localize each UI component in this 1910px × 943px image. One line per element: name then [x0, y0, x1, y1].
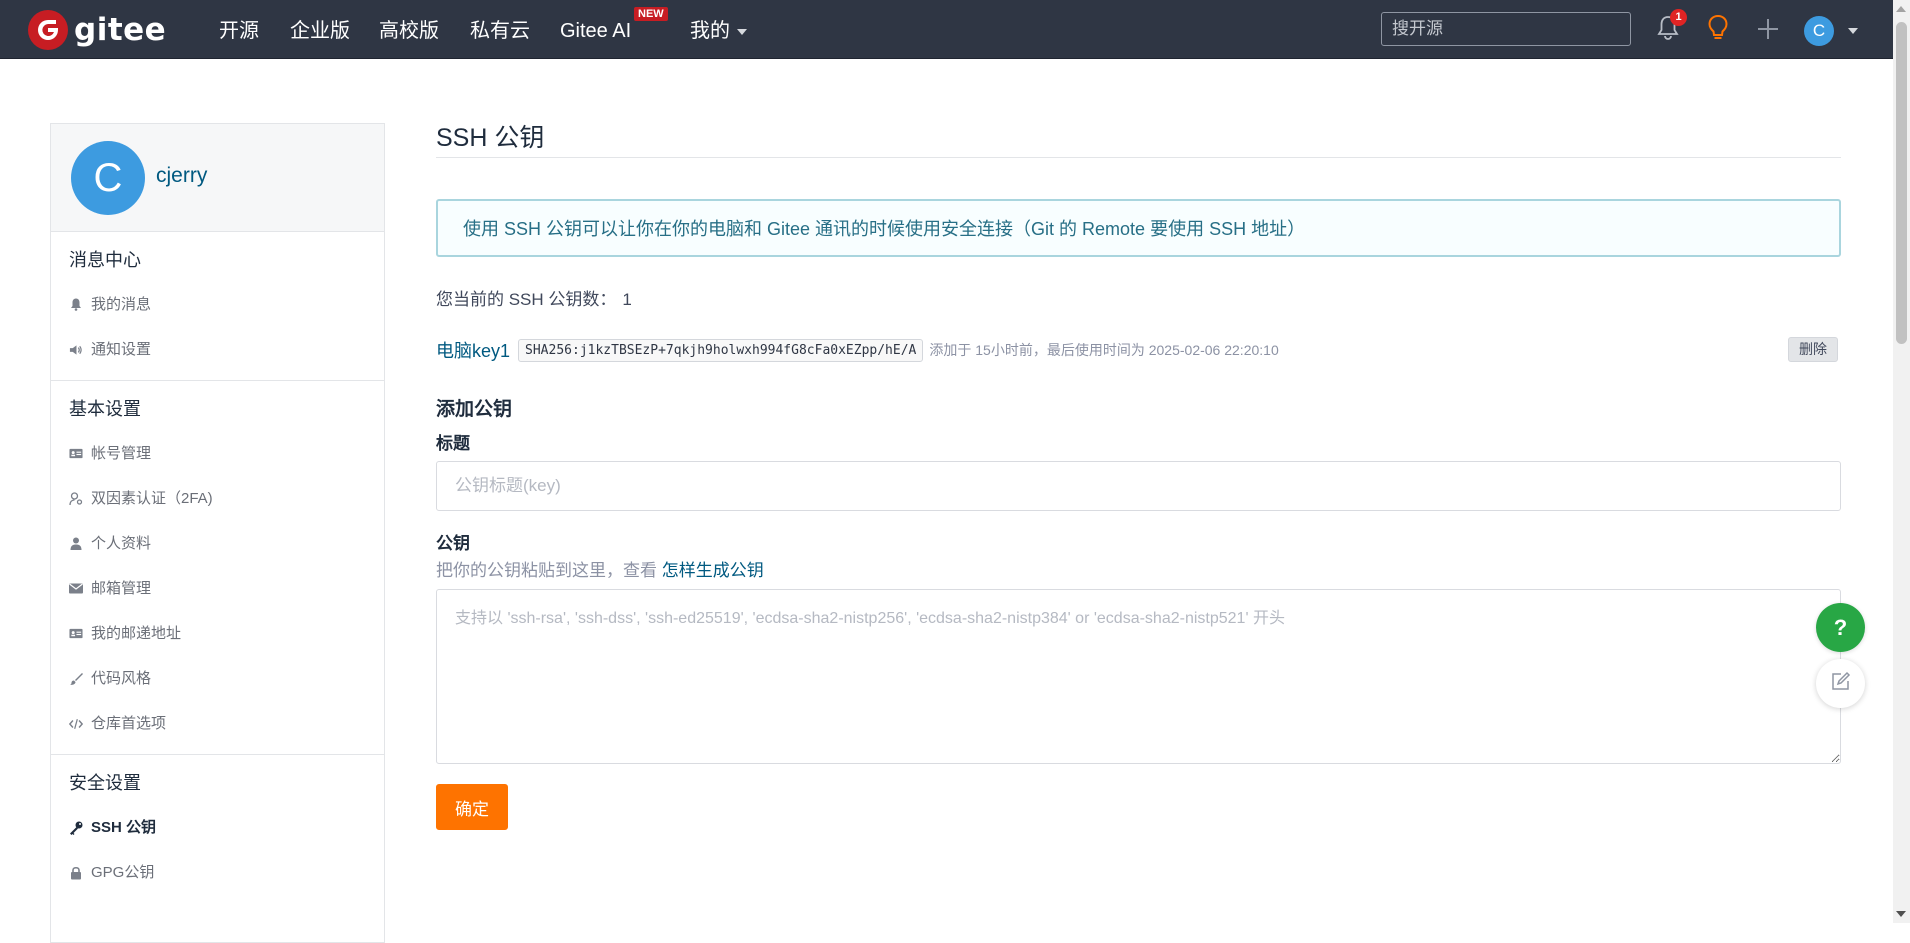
envelope-icon — [69, 582, 83, 596]
key-icon — [69, 821, 83, 835]
ssh-key-count: 您当前的 SSH 公钥数： 1 — [436, 289, 1841, 311]
avatar-chevron-down-icon[interactable] — [1848, 28, 1858, 34]
user-avatar-menu[interactable]: C — [1804, 16, 1834, 46]
sidebar-item-label: 通知设置 — [91, 341, 152, 358]
id-card-icon — [69, 447, 83, 461]
ssh-key-meta: 添加于 15小时前，最后使用时间为 2025-02-06 22:20:10 — [929, 342, 1279, 358]
scrollbar-thumb[interactable] — [1896, 22, 1907, 344]
page-title: SSH 公钥 — [436, 118, 1841, 158]
sidebar-item-address[interactable]: 我的邮递地址 — [51, 611, 384, 656]
plus-icon[interactable] — [1757, 18, 1779, 45]
key-count-label: 您当前的 SSH 公钥数： — [436, 290, 617, 309]
username-link[interactable]: cjerry — [156, 164, 207, 188]
nav-education[interactable]: 高校版 — [379, 0, 439, 58]
delete-key-button[interactable]: 删除 — [1788, 337, 1838, 362]
sidebar-item-label: 我的消息 — [91, 296, 152, 313]
nav-gitee-ai[interactable]: Gitee AI — [560, 0, 631, 58]
lock-icon — [69, 866, 83, 880]
nav-mine-label: 我的 — [690, 20, 730, 42]
gitee-logo-text: gitee — [74, 12, 167, 48]
sidebar-item-label: GPG公钥 — [91, 864, 155, 881]
user-icon — [69, 537, 83, 551]
how-to-generate-key-link[interactable]: 怎样生成公钥 — [662, 561, 764, 580]
gitee-logo[interactable]: gitee — [28, 10, 166, 50]
page-scrollbar[interactable] — [1893, 0, 1910, 923]
sidebar-group-title: 消息中心 — [69, 250, 141, 270]
sidebar-item-label: 帐号管理 — [91, 445, 152, 462]
ssh-info-message: 使用 SSH 公钥可以让你在你的电脑和 Gitee 通讯的时候使用安全连接（Gi… — [436, 199, 1841, 257]
sidebar-item-2fa[interactable]: 双因素认证（2FA) — [51, 476, 384, 521]
avatar[interactable]: C — [71, 141, 145, 215]
help-button[interactable]: ? — [1816, 603, 1865, 652]
top-navbar: gitee 开源 企业版 高校版 私有云 Gitee AI NEW 我的 1 C — [0, 0, 1893, 59]
sidebar-item-label: SSH 公钥 — [91, 819, 157, 836]
new-badge: NEW — [634, 7, 668, 21]
sidebar-item-repo-preferences[interactable]: 仓库首选项 — [51, 701, 384, 746]
lightbulb-icon[interactable] — [1707, 14, 1729, 47]
sidebar-item-notification-settings[interactable]: 通知设置 — [51, 327, 384, 372]
nav-enterprise[interactable]: 企业版 — [290, 0, 350, 58]
nav-private-cloud[interactable]: 私有云 — [470, 0, 530, 58]
ssh-key-row: 电脑key1 SHA256:j1kzTBSEzP+7qkjh9holwxh994… — [436, 337, 1841, 363]
nav-mine-dropdown[interactable]: 我的 — [690, 0, 747, 58]
sidebar-item-email[interactable]: 邮箱管理 — [51, 566, 384, 611]
scroll-down-arrow-icon[interactable] — [1896, 911, 1906, 917]
key-title-input[interactable] — [436, 461, 1841, 511]
sidebar-item-ssh-keys[interactable]: SSH 公钥 — [51, 805, 384, 850]
sidebar-item-label: 代码风格 — [91, 670, 152, 687]
sidebar-group-title: 安全设置 — [69, 773, 141, 793]
bell-icon — [69, 298, 83, 312]
user-key-icon — [69, 491, 83, 506]
sidebar-group-messages: 消息中心 我的消息 通知设置 — [51, 232, 384, 381]
edit-feedback-icon — [1831, 671, 1851, 696]
nav-open-source[interactable]: 开源 — [219, 0, 259, 58]
sidebar-group-basic: 基本设置 帐号管理 双因素认证（2FA) 个人资料 邮箱管理 我的邮递地址 代码… — [51, 381, 384, 755]
scroll-up-arrow-icon[interactable] — [1896, 6, 1906, 12]
notification-count-badge: 1 — [1670, 9, 1687, 26]
title-field-label: 标题 — [436, 434, 470, 453]
sidebar-group-security: 安全设置 SSH 公钥 GPG公钥 — [51, 755, 384, 903]
chevron-down-icon — [737, 28, 747, 35]
gitee-logo-icon — [28, 10, 68, 50]
address-card-icon — [69, 627, 83, 641]
add-key-section-title: 添加公钥 — [436, 399, 513, 420]
sidebar-item-label: 我的邮递地址 — [91, 625, 182, 642]
ssh-key-fingerprint: SHA256:j1kzTBSEzP+7qkjh9holwxh994fG8cFa0… — [518, 338, 924, 362]
sidebar-item-label: 个人资料 — [91, 535, 152, 552]
ssh-key-title: 电脑key1 — [436, 341, 511, 361]
brush-icon — [69, 672, 83, 686]
sidebar-item-account[interactable]: 帐号管理 — [51, 431, 384, 476]
public-key-textarea[interactable] — [436, 589, 1841, 764]
main-content: SSH 公钥 使用 SSH 公钥可以让你在你的电脑和 Gitee 通讯的时候使用… — [436, 118, 1841, 830]
sidebar-item-my-messages[interactable]: 我的消息 — [51, 282, 384, 327]
code-icon — [69, 717, 83, 731]
submit-key-button[interactable]: 确定 — [436, 784, 508, 830]
sidebar-item-code-style[interactable]: 代码风格 — [51, 656, 384, 701]
feedback-button[interactable] — [1816, 659, 1865, 708]
profile-card: C cjerry — [51, 124, 384, 232]
key-count-value: 1 — [622, 290, 632, 309]
settings-sidebar: C cjerry 消息中心 我的消息 通知设置 基本设置 帐号管理 双因素认证（… — [50, 123, 385, 943]
key-field-label: 公钥 — [436, 534, 470, 553]
sidebar-item-label: 邮箱管理 — [91, 580, 152, 597]
sidebar-item-label: 双因素认证（2FA) — [91, 490, 213, 507]
key-hint-text: 把你的公钥粘贴到这里，查看 — [436, 561, 662, 580]
search-input[interactable] — [1381, 12, 1631, 46]
megaphone-icon — [69, 343, 83, 357]
sidebar-item-gpg-keys[interactable]: GPG公钥 — [51, 850, 384, 895]
sidebar-group-title: 基本设置 — [69, 399, 141, 419]
key-hint: 把你的公钥粘贴到这里，查看 怎样生成公钥 — [436, 559, 1841, 583]
sidebar-item-profile[interactable]: 个人资料 — [51, 521, 384, 566]
sidebar-item-label: 仓库首选项 — [91, 715, 167, 732]
